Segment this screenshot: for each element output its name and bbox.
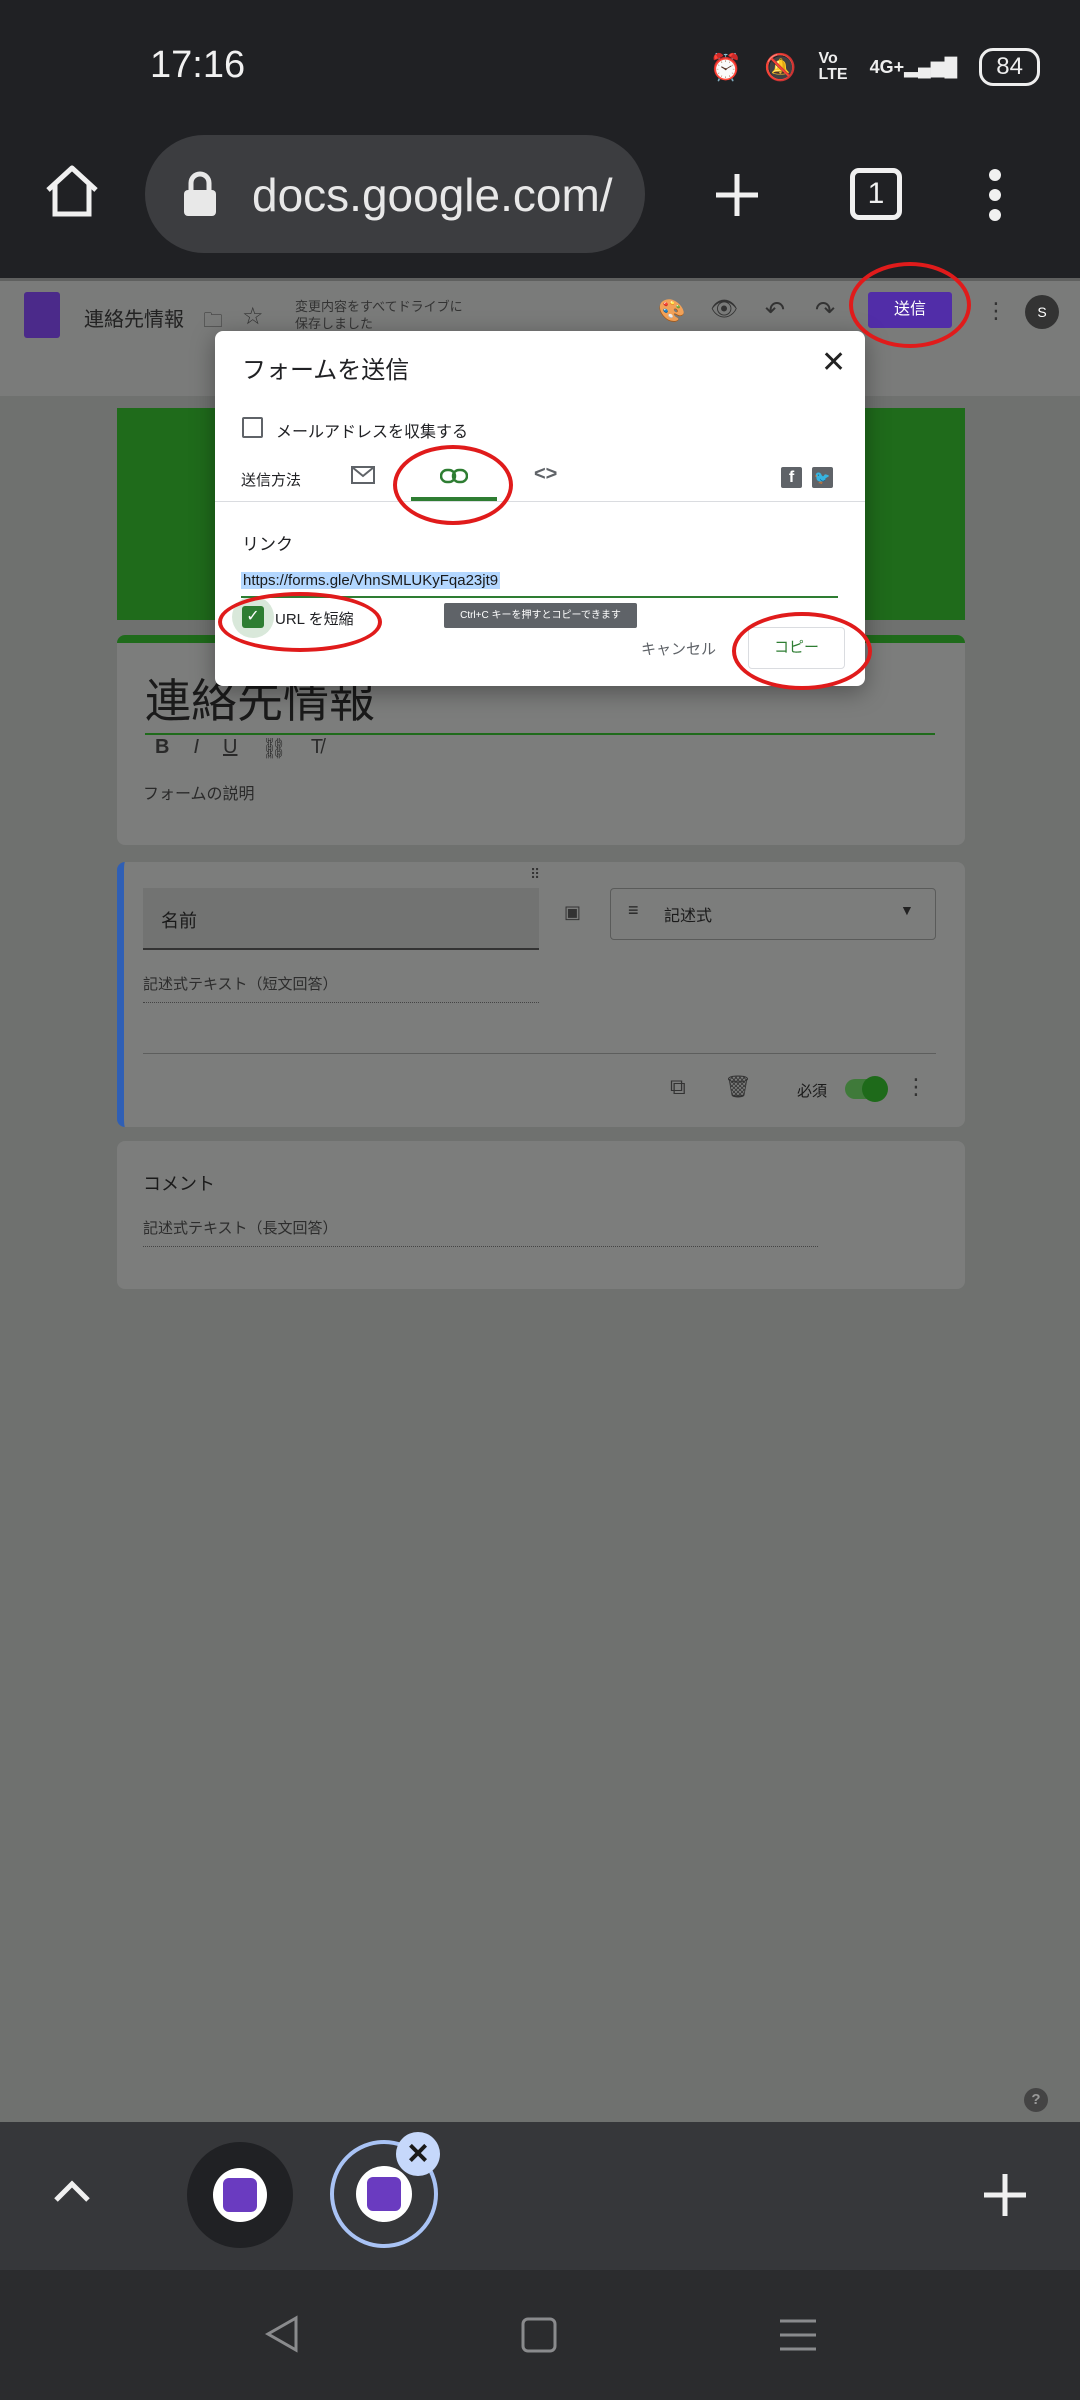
forms-more-icon[interactable]: ⋮ xyxy=(985,298,1007,324)
close-icon[interactable]: ✕ xyxy=(821,345,846,380)
image-icon[interactable]: ▣ xyxy=(564,902,581,923)
link-label: リンク xyxy=(242,535,293,554)
toggle-knob xyxy=(862,1076,888,1102)
close-tab-icon[interactable]: × xyxy=(396,2132,440,2176)
question-title[interactable]: コメント xyxy=(143,1170,215,1196)
tab-count-button[interactable]: 1 xyxy=(850,168,902,220)
format-toolbar: B I U ⛓ T̸ xyxy=(155,736,323,761)
underline-icon[interactable]: U xyxy=(223,736,237,761)
back-icon[interactable] xyxy=(262,2314,302,2354)
form-description[interactable]: フォームの説明 xyxy=(143,780,255,804)
collect-email-checkbox[interactable] xyxy=(242,417,263,438)
palette-icon[interactable]: 🎨 xyxy=(658,298,685,324)
duplicate-icon[interactable]: ⧉ xyxy=(670,1074,686,1100)
annotation-circle-shorten xyxy=(218,592,382,652)
divider xyxy=(143,1053,936,1054)
question-type-label: 記述式 xyxy=(664,908,713,925)
question-type-select[interactable] xyxy=(610,888,936,940)
forms-doc-title[interactable]: 連絡先情報 xyxy=(84,303,184,332)
status-time: 17:16 xyxy=(150,44,246,86)
alarm-icon: ⏰ xyxy=(709,51,743,82)
home-icon[interactable] xyxy=(42,160,102,220)
tab-switcher-bar xyxy=(0,2122,1080,2270)
forms-logo-icon xyxy=(223,2178,257,2212)
lock-icon xyxy=(184,171,216,216)
facebook-icon[interactable]: f xyxy=(781,467,802,488)
required-label: 必須 xyxy=(797,1083,828,1100)
annotation-circle-copy xyxy=(732,612,872,690)
short-text-icon: ≡ xyxy=(628,900,639,920)
dialog-title: フォームを送信 xyxy=(242,357,410,384)
forms-logo-icon xyxy=(367,2177,401,2211)
bold-icon[interactable]: B xyxy=(155,736,169,761)
question-title[interactable]: 名前 xyxy=(161,907,197,933)
send-method-label: 送信方法 xyxy=(241,472,302,489)
divider xyxy=(215,501,865,502)
add-tab-icon[interactable] xyxy=(982,2172,1028,2218)
clear-format-icon[interactable]: T̸ xyxy=(311,736,323,761)
recents-icon[interactable] xyxy=(778,2318,818,2352)
star-icon[interactable]: ☆ xyxy=(242,302,264,331)
mute-icon: 🔕 xyxy=(764,51,797,82)
link-format-icon[interactable]: ⛓ xyxy=(261,736,286,761)
home-nav-icon[interactable] xyxy=(520,2316,558,2354)
question-title-field[interactable] xyxy=(143,888,539,950)
delete-icon[interactable]: 🗑 xyxy=(724,1074,752,1100)
annotation-circle-send xyxy=(849,262,971,348)
battery-indicator: 84 xyxy=(979,48,1040,86)
chevron-up-icon[interactable] xyxy=(52,2178,92,2204)
cancel-button[interactable]: キャンセル xyxy=(641,638,716,659)
embed-tab-icon[interactable]: <> xyxy=(534,463,557,486)
avatar[interactable]: S xyxy=(1025,295,1059,329)
help-icon[interactable]: ? xyxy=(1024,2088,1048,2112)
chevron-down-icon: ▼ xyxy=(900,902,914,918)
collect-email-label[interactable]: メールアドレスを収集する xyxy=(276,418,468,442)
more-menu-icon[interactable] xyxy=(985,165,1005,225)
undo-icon[interactable]: ↶ xyxy=(765,296,785,325)
preview-icon[interactable]: 👁 xyxy=(710,296,738,322)
answer-placeholder: 記述式テキスト（短文回答） xyxy=(143,973,539,1003)
answer-placeholder: 記述式テキスト（長文回答） xyxy=(143,1217,818,1247)
drag-handle-icon[interactable]: ⠿ xyxy=(530,866,540,883)
link-url-field[interactable]: https://forms.gle/VhnSMLUKyFqa23jt9 xyxy=(241,572,501,589)
volte-icon: Vo LTE xyxy=(818,50,848,83)
question-more-icon[interactable]: ⋮ xyxy=(905,1074,927,1100)
question-card[interactable] xyxy=(117,1141,965,1289)
copy-tooltip: Ctrl+C キーを押すとコピーできます xyxy=(444,603,637,628)
redo-icon[interactable]: ↷ xyxy=(815,296,835,325)
annotation-circle-link xyxy=(393,445,513,525)
new-tab-icon[interactable] xyxy=(712,170,762,220)
forms-logo-icon[interactable] xyxy=(24,292,60,338)
email-tab-icon[interactable] xyxy=(351,466,375,484)
autosave-note: 変更内容をすべてドライブに 保存しました xyxy=(295,299,463,331)
twitter-icon[interactable]: 🐦 xyxy=(812,467,833,488)
signal-icon: 4G+▂▄▆█ xyxy=(869,56,958,77)
url-text[interactable]: docs.google.com/ xyxy=(252,168,632,222)
status-icons: ⏰ 🔕 Vo LTE 4G+▂▄▆█ 84 xyxy=(710,48,1040,86)
italic-icon[interactable]: I xyxy=(193,736,199,761)
